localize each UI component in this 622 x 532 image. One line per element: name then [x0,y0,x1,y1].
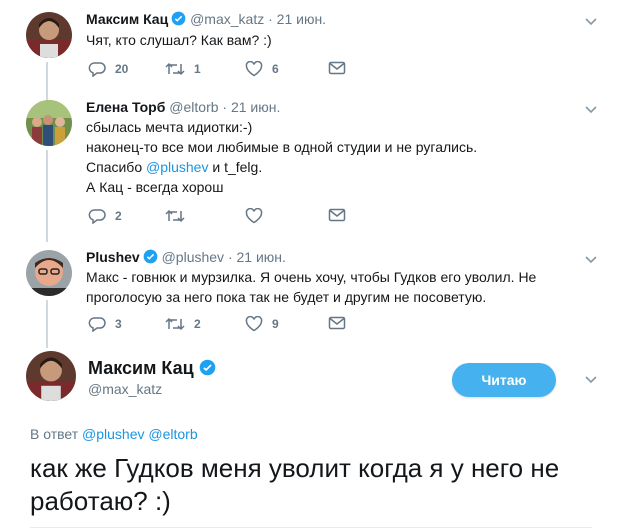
heart-icon [245,61,263,77]
verified-icon [143,249,158,264]
retweet-icon [165,209,185,223]
tweet-line-prefix: Спасибо [86,159,146,175]
reply-icon [88,62,106,77]
tweet-header: Елена Торб @eltorb · 21 июн. [86,99,280,115]
tweet-line: проголосую за него пока так не будет и д… [86,289,487,305]
like-count: 9 [272,317,279,331]
follow-button[interactable]: Читаю [452,363,556,397]
tweet-actions: 2 [86,208,386,228]
reply-icon [88,317,106,332]
reply-prefix: В ответ [30,426,79,442]
retweet-count: 1 [194,62,201,76]
chevron-down-icon[interactable] [584,105,598,115]
author-handle[interactable]: @eltorb [169,99,218,115]
main-tweet-text: как же Гудков меня уволит когда я у него… [30,453,560,516]
tweet-date[interactable]: 21 июн. [231,99,280,115]
tweet-line: сбылась мечта идиотки:-) [86,119,253,135]
author-handle[interactable]: @max_katz [88,381,162,397]
tweet-line: А Кац - всегда хорош [86,179,224,195]
reply-count: 3 [115,317,122,331]
tweet-line: Макс - говнюк и мурзилка. Я очень хочу, … [86,269,537,285]
tweet-date[interactable]: 21 июн. [237,249,286,265]
separator-dot: · [227,249,233,265]
direct-message-button[interactable] [328,208,346,222]
reply-button[interactable]: 20 [88,61,128,77]
chevron-down-icon[interactable] [584,375,598,385]
divider [30,527,592,528]
retweet-icon [165,317,185,331]
tweet-actions: 20 1 6 [86,61,386,81]
verified-icon [199,359,215,376]
envelope-icon [328,61,346,75]
like-button[interactable] [245,208,272,224]
author-name[interactable]: Елена Торб [86,99,165,115]
chevron-down-icon[interactable] [584,17,598,27]
tweet-header: Максим Кац @max_katz · 21 июн. [86,11,326,27]
author-handle[interactable]: @plushev [162,249,224,265]
tweet-line-suffix: и t_felg. [208,159,263,175]
author-name[interactable]: Максим Кац [86,11,168,27]
separator-dot: · [268,11,273,27]
author-name[interactable]: Plushev [86,249,140,265]
reply-mentions-link[interactable]: @plushev @eltorb [82,426,198,442]
like-count: 6 [272,62,279,76]
heart-icon [245,208,263,224]
avatar[interactable] [26,100,72,146]
separator-dot: · [222,99,228,115]
mention-link[interactable]: @plushev [146,159,208,175]
author-name-text: Максим Кац [88,358,194,378]
retweet-button[interactable]: 2 [165,316,201,332]
tweet[interactable]: Елена Торб @eltorb · 21 июн. сбылась меч… [0,90,622,240]
retweet-button[interactable]: 1 [165,61,201,77]
tweet-line: Спасибо @plushev и t_felg. [86,157,477,177]
author-handle[interactable]: @max_katz [190,11,264,27]
tweet-actions: 3 2 9 [86,316,386,336]
reply-icon [88,209,106,224]
envelope-icon [328,208,346,222]
reply-count: 2 [115,209,122,223]
tweet-line: наконец-то все мои любимые в одной студи… [86,139,478,155]
author-name[interactable]: Максим Кац [88,358,216,379]
tweet-line: Чят, кто слушал? Как вам? :) [86,32,272,48]
direct-message-button[interactable] [328,61,346,75]
retweet-count: 2 [194,317,201,331]
like-button[interactable]: 9 [245,316,279,332]
reply-count: 20 [115,62,129,76]
verified-icon [171,11,186,26]
direct-message-button[interactable] [328,316,346,330]
reply-button[interactable]: 2 [88,208,122,224]
reply-button[interactable]: 3 [88,316,122,332]
avatar[interactable] [26,250,72,296]
chevron-down-icon[interactable] [584,255,598,265]
tweet-header: Plushev @plushev · 21 июн. [86,249,286,265]
retweet-button[interactable] [165,208,194,224]
tweet-text: Макс - говнюк и мурзилка. Я очень хочу, … [86,267,536,307]
tweet[interactable]: Максим Кац @max_katz · 21 июн. Чят, кто … [0,0,622,90]
avatar[interactable] [26,12,72,58]
tweet-date[interactable]: 21 июн. [277,11,326,27]
tweet-text: Чят, кто слушал? Как вам? :) [86,30,272,50]
tweet[interactable]: Plushev @plushev · 21 июн. Макс - говнюк… [0,240,622,348]
heart-icon [245,316,263,332]
envelope-icon [328,316,346,330]
like-button[interactable]: 6 [245,61,279,77]
avatar[interactable] [26,351,76,401]
reply-context: В ответ @plushev @eltorb [30,426,198,442]
retweet-icon [165,62,185,76]
tweet-text: сбылась мечта идиотки:-) наконец-то все … [86,117,477,197]
